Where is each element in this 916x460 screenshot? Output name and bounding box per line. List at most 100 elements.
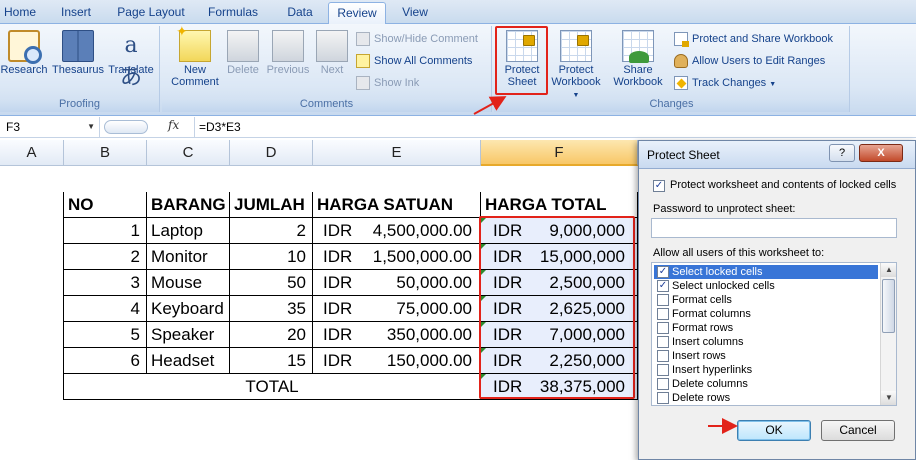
protect-share-workbook-button[interactable]: Protect and Share Workbook — [672, 30, 833, 48]
cell-no[interactable]: 5 — [64, 322, 147, 348]
cell-harga-satuan[interactable]: IDR 75,000.00 — [313, 296, 481, 322]
show-hide-comment-button[interactable]: Show/Hide Comment — [354, 30, 478, 48]
permission-label: Format rows — [672, 322, 734, 334]
track-changes-button[interactable]: Track Changes ▼ — [672, 74, 776, 92]
help-button[interactable]: ? — [829, 144, 855, 162]
table-header-cell[interactable]: HARGA TOTAL — [481, 192, 638, 218]
permission-option[interactable]: ✓ Select unlocked cells — [654, 279, 878, 293]
tab-review[interactable]: Review — [328, 2, 386, 24]
previous-comment-label: Previous — [266, 64, 310, 76]
permission-checkbox[interactable] — [657, 392, 669, 404]
permission-checkbox[interactable] — [657, 364, 669, 376]
cell-no[interactable]: 4 — [64, 296, 147, 322]
cell-barang[interactable]: Monitor — [147, 244, 230, 270]
tab-insert[interactable]: Insert — [50, 2, 102, 24]
cell-no[interactable]: 6 — [64, 348, 147, 374]
permissions-scrollbar[interactable]: ▲ ▼ — [880, 263, 896, 405]
table-header-cell[interactable]: JUMLAH — [230, 192, 313, 218]
formula-input[interactable]: =D3*E3 — [194, 117, 241, 137]
ribbon: Research Thesaurus aあ Translate Proofing… — [0, 24, 916, 116]
tab-view[interactable]: View — [392, 2, 438, 24]
cell-barang[interactable]: Laptop — [147, 218, 230, 244]
tab-page-layout[interactable]: Page Layout — [112, 2, 190, 24]
permissions-list[interactable]: ✓ Select locked cells ✓ Select unlocked cel… — [651, 262, 897, 406]
share-workbook-button[interactable]: Share Workbook — [610, 28, 666, 88]
protect-worksheet-checkbox[interactable]: ✓ — [653, 180, 665, 192]
cancel-button[interactable]: Cancel — [821, 420, 895, 441]
permission-checkbox[interactable] — [657, 322, 669, 334]
cell-jumlah[interactable]: 20 — [230, 322, 313, 348]
cell-no[interactable]: 3 — [64, 270, 147, 296]
scroll-down-icon[interactable]: ▼ — [881, 391, 896, 405]
new-comment-button[interactable]: New Comment — [166, 25, 224, 88]
show-all-comments-label: Show All Comments — [374, 55, 473, 67]
permission-checkbox[interactable] — [657, 294, 669, 306]
column-header-b[interactable]: B — [64, 140, 147, 166]
show-all-comments-button[interactable]: Show All Comments — [354, 52, 472, 70]
cell-barang[interactable]: Mouse — [147, 270, 230, 296]
cell-harga-satuan[interactable]: IDR 150,000.00 — [313, 348, 481, 374]
permission-option[interactable]: Insert columns — [654, 335, 878, 349]
allow-users-edit-ranges-button[interactable]: Allow Users to Edit Ranges — [672, 52, 825, 70]
delete-comment-button[interactable]: Delete — [224, 28, 262, 76]
column-header-a[interactable]: A — [0, 140, 64, 166]
expand-handle-icon[interactable] — [104, 120, 148, 134]
protect-workbook-button[interactable]: Protect Workbook ▼ — [548, 28, 604, 102]
name-box[interactable]: F3 ▼ — [0, 117, 100, 137]
permission-option[interactable]: ✓ Select locked cells — [654, 265, 878, 279]
permission-checkbox[interactable] — [657, 378, 669, 390]
permission-option[interactable]: Delete rows — [654, 391, 878, 405]
cell-harga-satuan[interactable]: IDR 1,500,000.00 — [313, 244, 481, 270]
password-input[interactable] — [651, 218, 897, 238]
permission-option[interactable]: Format columns — [654, 307, 878, 321]
tab-formulas[interactable]: Formulas — [200, 2, 266, 24]
permission-checkbox[interactable] — [657, 336, 669, 348]
permission-option[interactable]: Insert rows — [654, 349, 878, 363]
translate-button[interactable]: aあ Translate — [106, 28, 156, 90]
scroll-up-icon[interactable]: ▲ — [881, 263, 896, 277]
column-header-d[interactable]: D — [230, 140, 313, 166]
permission-checkbox[interactable]: ✓ — [657, 266, 669, 278]
next-comment-button[interactable]: Next — [314, 28, 350, 76]
table-header-cell[interactable]: NO — [64, 192, 147, 218]
permission-checkbox[interactable] — [657, 350, 669, 362]
cell-harga-satuan[interactable]: IDR 50,000.00 — [313, 270, 481, 296]
cell-no[interactable]: 2 — [64, 244, 147, 270]
cell-harga-satuan[interactable]: IDR 4,500,000.00 — [313, 218, 481, 244]
permission-option[interactable]: Insert hyperlinks — [654, 363, 878, 377]
column-header-e[interactable]: E — [313, 140, 481, 166]
cell-barang[interactable]: Keyboard — [147, 296, 230, 322]
cell-jumlah[interactable]: 10 — [230, 244, 313, 270]
ok-button[interactable]: OK — [737, 420, 811, 441]
research-button[interactable]: Research — [0, 28, 48, 76]
scroll-thumb[interactable] — [882, 279, 895, 333]
permission-option[interactable]: Format cells — [654, 293, 878, 307]
permission-checkbox[interactable] — [657, 308, 669, 320]
chevron-down-icon[interactable]: ▼ — [87, 117, 95, 137]
cell-jumlah[interactable]: 35 — [230, 296, 313, 322]
previous-comment-button[interactable]: Previous — [264, 28, 312, 76]
research-label: Research — [0, 64, 48, 76]
permission-checkbox[interactable]: ✓ — [657, 280, 669, 292]
column-header-c[interactable]: C — [147, 140, 230, 166]
column-header-f[interactable]: F — [481, 140, 638, 166]
permission-label: Delete rows — [672, 392, 731, 404]
cell-barang[interactable]: Headset — [147, 348, 230, 374]
permission-option[interactable]: Format rows — [654, 321, 878, 335]
tab-home[interactable]: Home — [0, 2, 40, 24]
tab-data[interactable]: Data — [278, 2, 322, 24]
thesaurus-button[interactable]: Thesaurus — [50, 28, 106, 76]
cell-jumlah[interactable]: 50 — [230, 270, 313, 296]
close-button[interactable]: X — [859, 144, 903, 162]
table-header-cell[interactable]: HARGA SATUAN — [313, 192, 481, 218]
show-ink-button[interactable]: Show Ink — [354, 74, 419, 92]
cell-jumlah[interactable]: 15 — [230, 348, 313, 374]
cell-harga-satuan[interactable]: IDR 350,000.00 — [313, 322, 481, 348]
table-header-cell[interactable]: BARANG — [147, 192, 230, 218]
total-label-cell[interactable]: TOTAL — [64, 374, 481, 400]
insert-function-button[interactable]: fx — [168, 118, 179, 132]
cell-jumlah[interactable]: 2 — [230, 218, 313, 244]
cell-no[interactable]: 1 — [64, 218, 147, 244]
permission-option[interactable]: Delete columns — [654, 377, 878, 391]
cell-barang[interactable]: Speaker — [147, 322, 230, 348]
